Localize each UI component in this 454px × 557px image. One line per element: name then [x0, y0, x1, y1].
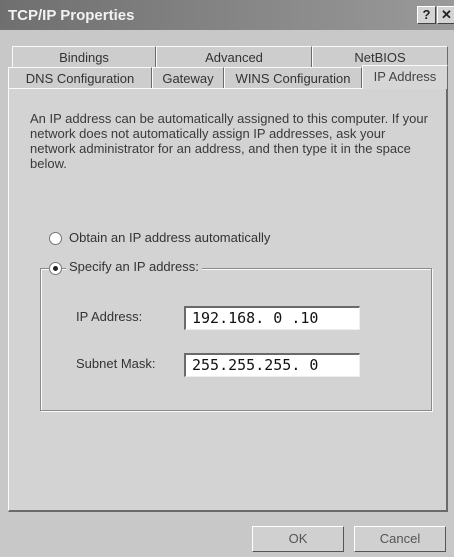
ip-address-field[interactable]: 192.168. 0 .10: [184, 306, 360, 330]
subnet-mask-label: Subnet Mask:: [76, 356, 156, 371]
ok-button[interactable]: OK: [252, 526, 344, 552]
tab-gateway[interactable]: Gateway: [152, 67, 224, 88]
specify-ip-radio[interactable]: [49, 262, 62, 275]
help-icon: ?: [422, 7, 431, 22]
cancel-button[interactable]: Cancel: [354, 526, 446, 552]
subnet-mask-field[interactable]: 255.255.255. 0: [184, 353, 360, 377]
description-text: An IP address can be automatically assig…: [30, 111, 428, 171]
help-button[interactable]: ?: [417, 6, 436, 24]
specify-ip-label: Specify an IP address:: [66, 259, 202, 274]
close-icon: ✕: [441, 7, 452, 22]
tab-netbios[interactable]: NetBIOS: [312, 46, 448, 67]
tab-advanced[interactable]: Advanced: [156, 46, 312, 67]
obtain-ip-radio[interactable]: [49, 232, 62, 245]
tab-bindings[interactable]: Bindings: [12, 46, 156, 67]
tab-ip-address[interactable]: IP Address: [362, 65, 448, 89]
tab-wins-configuration[interactable]: WINS Configuration: [224, 67, 362, 88]
window-title: TCP/IP Properties: [8, 7, 135, 24]
title-bar: TCP/IP Properties ? ✕: [0, 0, 454, 30]
ip-groupbox: [40, 268, 432, 411]
close-button[interactable]: ✕: [437, 6, 454, 24]
tab-dns-configuration[interactable]: DNS Configuration: [8, 67, 152, 88]
ip-address-label: IP Address:: [76, 309, 143, 324]
radio-selected-dot: [53, 266, 58, 271]
obtain-ip-label: Obtain an IP address automatically: [69, 230, 271, 245]
